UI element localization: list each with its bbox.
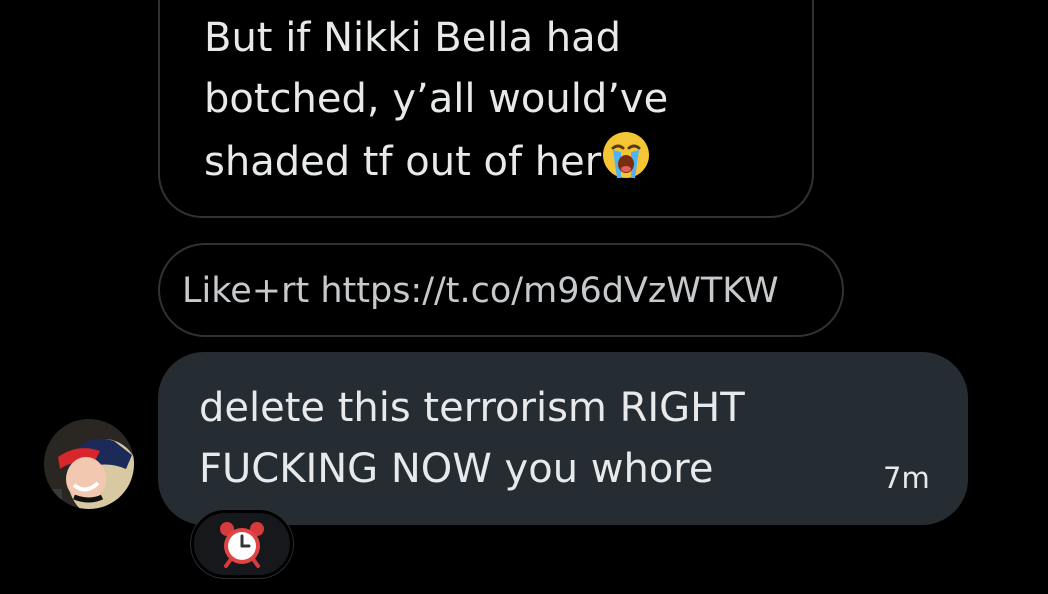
- alarm-clock-icon[interactable]: [217, 519, 267, 569]
- message-timestamp: 7m: [883, 461, 930, 495]
- incoming-message-text: delete this terrorism RIGHT FUCKING NOW …: [199, 378, 839, 500]
- link-message-text[interactable]: Like+rt https://t.co/m96dVzWTKW: [182, 268, 779, 314]
- loudly-crying-face-icon: [601, 130, 651, 198]
- quoted-line-2: botched, y’all would’ve: [204, 76, 669, 122]
- quoted-line-1: But if Nikki Bella had: [204, 15, 622, 61]
- quoted-line-3: shaded tf out of her: [204, 139, 602, 185]
- message-line-2: FUCKING NOW you whore: [199, 446, 714, 492]
- quoted-message-text: But if Nikki Bella had botched, y’all wo…: [204, 8, 764, 198]
- user-avatar-icon[interactable]: [44, 419, 134, 509]
- message-line-1: delete this terrorism RIGHT: [199, 385, 745, 431]
